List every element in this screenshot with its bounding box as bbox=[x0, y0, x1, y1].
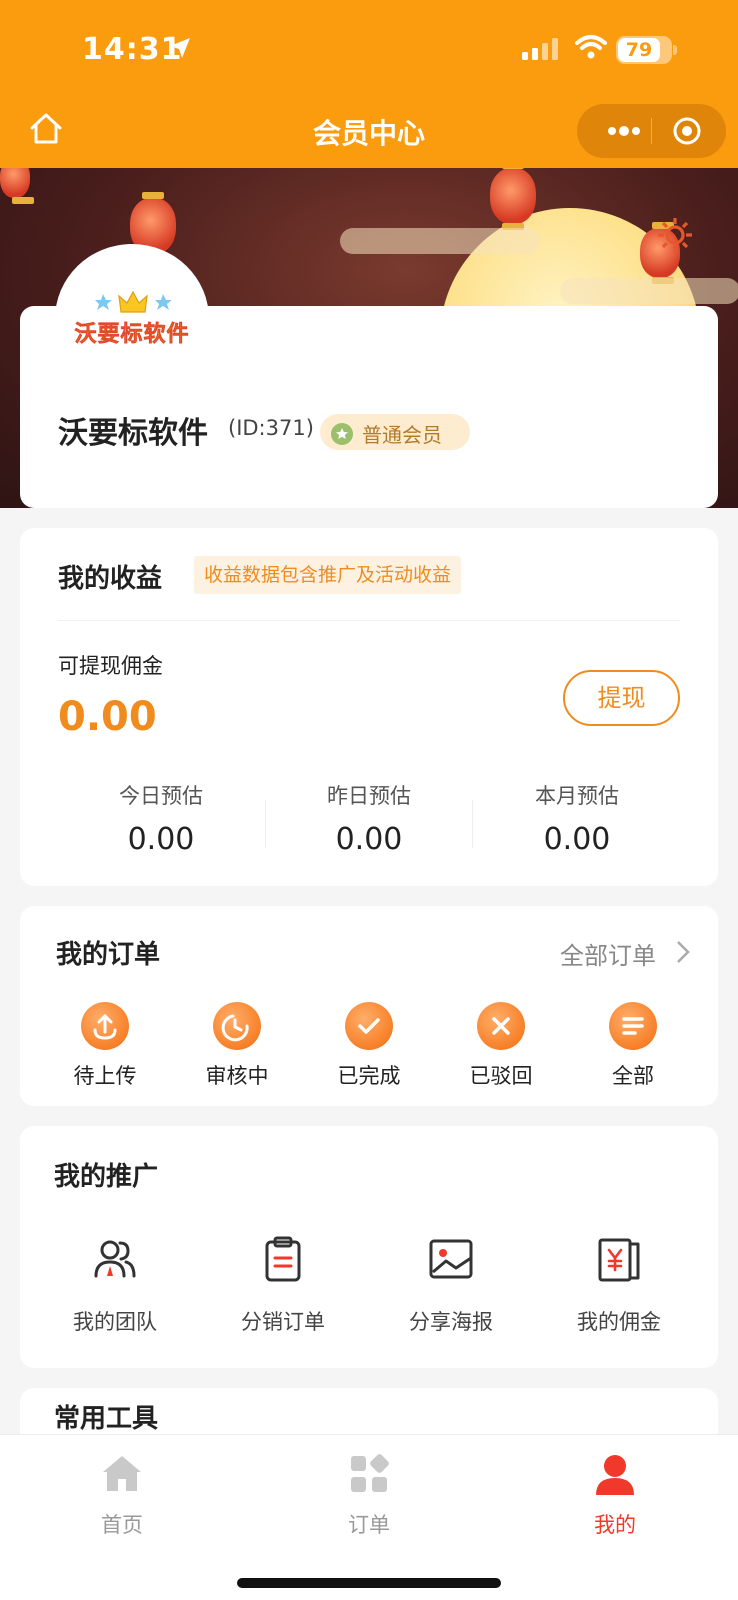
settings-gear-icon[interactable] bbox=[654, 214, 696, 256]
order-status-all[interactable]: 全部 bbox=[573, 1002, 693, 1090]
estimate-yesterday: 昨日预估 0.00 bbox=[266, 780, 472, 857]
tab-home[interactable]: 首页 bbox=[52, 1451, 192, 1539]
user-id: (ID:371) bbox=[228, 416, 314, 440]
earnings-title: 我的收益 bbox=[58, 564, 163, 594]
estimate-label: 昨日预估 bbox=[327, 784, 411, 808]
wifi-icon bbox=[575, 35, 607, 59]
commission-icon bbox=[598, 1238, 640, 1282]
estimate-label: 本月预估 bbox=[535, 784, 619, 808]
tab-label: 我的 bbox=[594, 1513, 636, 1537]
promo-share-poster[interactable]: 分享海报 bbox=[366, 1234, 536, 1336]
avatar-logo-text: 沃要标软件 bbox=[74, 322, 190, 348]
battery-indicator: 79 bbox=[616, 36, 677, 64]
close-miniapp-icon[interactable] bbox=[667, 114, 707, 148]
promo-label: 分销订单 bbox=[241, 1310, 325, 1334]
withdrawable-value: 0.00 bbox=[58, 694, 157, 740]
all-orders-link[interactable]: 全部订单 bbox=[560, 936, 656, 971]
location-arrow-icon bbox=[170, 38, 190, 58]
order-status-label: 审核中 bbox=[205, 1064, 269, 1088]
more-icon[interactable] bbox=[597, 114, 647, 148]
promo-my-team[interactable]: 我的团队 bbox=[30, 1234, 200, 1336]
order-status-label: 待上传 bbox=[73, 1064, 137, 1088]
order-status-rejected[interactable]: 已驳回 bbox=[441, 1002, 561, 1090]
promo-my-commission[interactable]: 我的佣金 bbox=[534, 1234, 704, 1336]
estimate-label: 今日预估 bbox=[119, 784, 203, 808]
tab-label: 首页 bbox=[101, 1513, 143, 1537]
tab-label: 订单 bbox=[348, 1513, 390, 1537]
upload-icon bbox=[81, 1002, 129, 1050]
promo-label: 我的团队 bbox=[73, 1310, 157, 1334]
orders-title: 我的订单 bbox=[56, 940, 161, 970]
miniapp-capsule bbox=[577, 104, 726, 158]
member-level-text: 普通会员 bbox=[362, 423, 442, 447]
order-status-label: 全部 bbox=[612, 1064, 654, 1088]
team-icon bbox=[94, 1240, 136, 1278]
tab-mine[interactable]: 我的 bbox=[545, 1451, 685, 1539]
avatar[interactable]: 沃要标软件 bbox=[55, 244, 209, 394]
list-icon bbox=[609, 1002, 657, 1050]
withdraw-button[interactable]: 提现 bbox=[563, 670, 680, 726]
tools-title: 常用工具 bbox=[54, 1404, 159, 1434]
chevron-right-icon[interactable] bbox=[676, 940, 690, 964]
tab-orders[interactable]: 订单 bbox=[299, 1451, 439, 1539]
user-icon bbox=[596, 1455, 634, 1495]
promo-label: 分享海报 bbox=[409, 1310, 493, 1334]
clock-icon bbox=[213, 1002, 261, 1050]
crown-logo-icon bbox=[95, 290, 171, 313]
earnings-note: 收益数据包含推广及活动收益 bbox=[194, 556, 462, 594]
estimate-value: 0.00 bbox=[335, 822, 403, 857]
estimate-today: 今日预估 0.00 bbox=[58, 780, 264, 857]
order-status-label: 已驳回 bbox=[469, 1064, 533, 1088]
home-indicator bbox=[237, 1578, 501, 1588]
withdrawable-label: 可提现佣金 bbox=[58, 654, 163, 678]
user-name: 沃要标软件 bbox=[58, 416, 208, 451]
battery-level: 79 bbox=[625, 39, 653, 61]
top-bar: 14:31 79 会员中心 bbox=[0, 0, 738, 168]
estimate-value: 0.00 bbox=[127, 822, 195, 857]
lantern-icon bbox=[490, 168, 536, 230]
member-level-badge: 普通会员 bbox=[320, 414, 470, 450]
clipboard-icon bbox=[265, 1236, 301, 1282]
order-status-label: 已完成 bbox=[337, 1064, 401, 1088]
order-status-pending-upload[interactable]: 待上传 bbox=[45, 1002, 165, 1090]
order-status-reviewing[interactable]: 审核中 bbox=[177, 1002, 297, 1090]
picture-icon bbox=[429, 1239, 473, 1279]
estimate-month: 本月预估 0.00 bbox=[474, 780, 680, 857]
check-icon bbox=[345, 1002, 393, 1050]
estimate-value: 0.00 bbox=[543, 822, 611, 857]
lantern-icon bbox=[0, 168, 34, 204]
order-status-completed[interactable]: 已完成 bbox=[309, 1002, 429, 1090]
orders-icon bbox=[351, 1454, 389, 1492]
signal-icon bbox=[522, 38, 558, 60]
promotion-title: 我的推广 bbox=[54, 1162, 159, 1192]
bottom-tab-bar: 首页 订单 我的 bbox=[0, 1434, 738, 1600]
home-icon bbox=[103, 1456, 141, 1491]
close-icon bbox=[477, 1002, 525, 1050]
promo-label: 我的佣金 bbox=[577, 1310, 661, 1334]
medal-icon bbox=[331, 423, 353, 445]
promo-distribution-orders[interactable]: 分销订单 bbox=[198, 1234, 368, 1336]
